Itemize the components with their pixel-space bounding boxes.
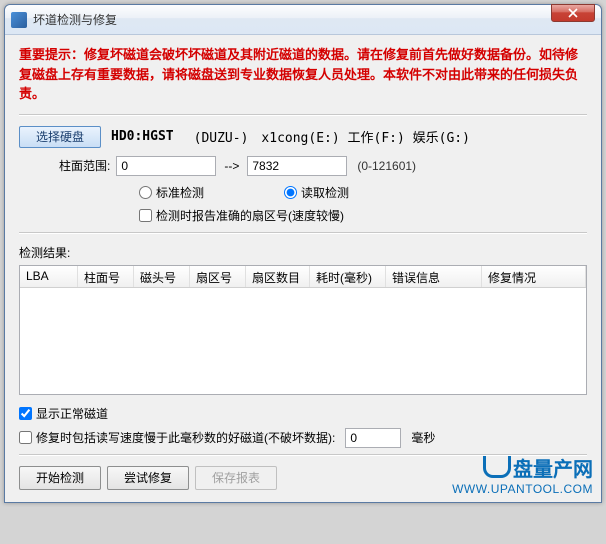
range-start-input[interactable] [116, 156, 216, 176]
ms-unit-label: 毫秒 [411, 429, 435, 446]
results-label: 检测结果: [19, 244, 587, 261]
radio-standard[interactable]: 标准检测 [139, 184, 204, 201]
dialog-window: 坏道检测与修复 重要提示：修复坏磁道会破坏坏磁道及其附近磁道的数据。请在修复前首… [4, 4, 602, 503]
checkbox-accurate[interactable]: 检测时报告准确的扇区号(速度较慢) [139, 207, 587, 224]
checkbox-show-normal-label: 显示正常磁道 [36, 405, 108, 422]
select-disk-button[interactable]: 选择硬盘 [19, 126, 101, 148]
slow-repair-row: 修复时包括读写速度慢于此毫秒数的好磁道(不破坏数据): 毫秒 [19, 428, 587, 448]
th-sector[interactable]: 扇区号 [190, 266, 246, 287]
show-normal-row: 显示正常磁道 [19, 405, 587, 422]
divider-2 [19, 232, 587, 234]
range-label: 柱面范围: [59, 157, 110, 174]
th-head[interactable]: 磁头号 [134, 266, 190, 287]
radio-read[interactable]: 读取检测 [284, 184, 349, 201]
range-end-input[interactable] [247, 156, 347, 176]
radio-read-label: 读取检测 [301, 184, 349, 201]
th-lba[interactable]: LBA [20, 266, 78, 287]
radio-read-input[interactable] [284, 186, 297, 199]
checkbox-accurate-input[interactable] [139, 209, 152, 222]
disk-partitions: (DUZU-) x1cong(E:) 工作(F:) 娱乐(G:) [194, 127, 470, 146]
accurate-sector-row: 检测时报告准确的扇区号(速度较慢) [139, 207, 587, 224]
divider [19, 114, 587, 116]
try-repair-button[interactable]: 尝试修复 [107, 466, 189, 490]
checkbox-show-normal[interactable] [19, 407, 32, 420]
results-table[interactable]: LBA 柱面号 磁头号 扇区号 扇区数目 耗时(毫秒) 错误信息 修复情况 [19, 265, 587, 395]
close-button[interactable] [551, 4, 595, 22]
th-sector-count[interactable]: 扇区数目 [246, 266, 310, 287]
th-cylinder[interactable]: 柱面号 [78, 266, 134, 287]
disk-model: HD0:HGST [111, 129, 174, 144]
titlebar[interactable]: 坏道检测与修复 [5, 5, 601, 35]
slow-ms-input[interactable] [345, 428, 401, 448]
range-arrow: --> [224, 159, 239, 173]
divider-3 [19, 454, 587, 456]
window-title: 坏道检测与修复 [33, 11, 595, 28]
start-detect-button[interactable]: 开始检测 [19, 466, 101, 490]
checkbox-accurate-label: 检测时报告准确的扇区号(速度较慢) [156, 207, 344, 224]
cylinder-range-row: 柱面范围: --> (0-121601) [59, 156, 587, 176]
save-report-button[interactable]: 保存报表 [195, 466, 277, 490]
th-time[interactable]: 耗时(毫秒) [310, 266, 386, 287]
content-area: 重要提示：修复坏磁道会破坏坏磁道及其附近磁道的数据。请在修复前首先做好数据备份。… [5, 35, 601, 502]
disk-row: 选择硬盘 HD0:HGST (DUZU-) x1cong(E:) 工作(F:) … [19, 126, 587, 148]
checkbox-slow-repair-label: 修复时包括读写速度慢于此毫秒数的好磁道(不破坏数据): [36, 429, 335, 446]
app-icon [11, 12, 27, 28]
radio-standard-input[interactable] [139, 186, 152, 199]
radio-standard-label: 标准检测 [156, 184, 204, 201]
range-hint: (0-121601) [357, 159, 416, 173]
warning-text: 重要提示：修复坏磁道会破坏坏磁道及其附近磁道的数据。请在修复前首先做好数据备份。… [19, 45, 587, 104]
bottom-options: 显示正常磁道 修复时包括读写速度慢于此毫秒数的好磁道(不破坏数据): 毫秒 [19, 405, 587, 448]
detect-mode-row: 标准检测 读取检测 [139, 184, 587, 201]
button-row: 开始检测 尝试修复 保存报表 [19, 466, 587, 490]
th-error[interactable]: 错误信息 [386, 266, 482, 287]
th-repair[interactable]: 修复情况 [482, 266, 586, 287]
table-header: LBA 柱面号 磁头号 扇区号 扇区数目 耗时(毫秒) 错误信息 修复情况 [20, 266, 586, 288]
checkbox-slow-repair[interactable] [19, 431, 32, 444]
